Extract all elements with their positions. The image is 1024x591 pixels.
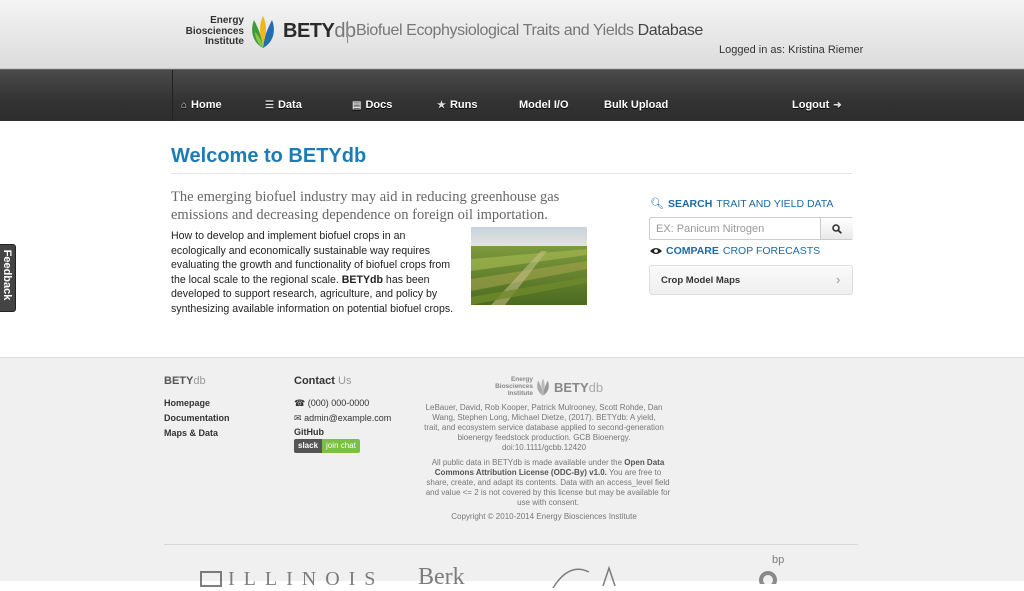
brand-suffix: db — [334, 20, 356, 42]
partner-divider — [164, 544, 858, 545]
footer-org-line: Energy — [510, 376, 533, 383]
slack-join-chat-badge[interactable]: slack join chat — [294, 439, 360, 453]
slack-label: slack — [294, 439, 323, 453]
star-icon: ★ — [437, 99, 446, 111]
footer-contact-title: Contact Us — [294, 375, 351, 387]
org-name-line: Institute — [205, 36, 244, 47]
login-status: Logged in as: Kristina Riemer — [719, 44, 864, 56]
footer-citation: LeBauer, David, Rob Kooper, Patrick Mulr… — [424, 403, 664, 452]
nav-logout[interactable]: Logout ➜ — [792, 99, 842, 111]
search-heading-bold: SEARCH — [667, 197, 713, 210]
org-name-line: Energy — [210, 15, 244, 26]
footer-link-documentation[interactable]: Documentation — [164, 413, 230, 423]
compare-heading-bold: COMPARE — [666, 245, 719, 257]
search-icon — [832, 223, 842, 234]
nav-docs[interactable]: ▤ Docs — [352, 99, 392, 111]
search-button[interactable] — [820, 218, 853, 239]
arrow-right-icon: ➜ — [833, 99, 842, 111]
subtitle-text: Biofuel Ecophysiological Traits and Yiel… — [356, 22, 634, 39]
footer-copyright: Copyright © 2010-2014 Energy Biosciences… — [451, 512, 637, 521]
nav-label: Model I/O — [519, 99, 569, 111]
footer-brand-suffix: db — [193, 375, 206, 387]
ebi-logo-text: Energy Biosciences Institute — [180, 15, 244, 48]
crop-model-maps-panel[interactable]: Crop Model Maps › — [649, 265, 853, 295]
subtitle-bold: Database — [637, 22, 704, 39]
contact-title-light: Us — [338, 375, 352, 387]
bp-wordmark: bp — [772, 554, 785, 566]
footer-link-github[interactable]: GitHub — [294, 427, 324, 437]
site-subtitle: Biofuel Ecophysiological Traits and Yiel… — [356, 22, 703, 40]
feedback-label: Feedback — [1, 249, 13, 301]
footer-link-homepage[interactable]: Homepage — [164, 398, 210, 408]
envelope-icon: ✉ — [294, 413, 302, 423]
page-title: Welcome to BETYdb — [171, 145, 367, 167]
footer-ebi-logo-text: Energy Biosciences Institute — [493, 376, 533, 397]
lbnl-arc-logo-icon[interactable] — [545, 558, 625, 588]
footer-brand-main: BETY — [164, 375, 194, 387]
footer-logo-brand: BETYdb — [554, 380, 603, 395]
footer-phone: ☎ (000) 000-0000 — [294, 398, 369, 409]
footer-license: All public data in BETYdb is made availa… — [424, 458, 672, 508]
nav-label: Home — [191, 99, 222, 111]
home-icon: ⌂ — [181, 99, 188, 111]
nav-bulk-upload[interactable]: Bulk Upload — [604, 99, 668, 111]
brand-main: BETY — [283, 20, 335, 42]
footer-logo-brand-main: BETY — [554, 380, 589, 395]
crop-model-maps-label: Crop Model Maps — [661, 275, 741, 286]
license-text: All public data in BETYdb is made availa… — [431, 458, 625, 467]
nav-model-io[interactable]: Model I/O — [519, 99, 569, 111]
nav-label: Data — [277, 99, 302, 111]
nav-data[interactable]: ☰ Data — [265, 99, 302, 111]
list-icon: ☰ — [265, 99, 274, 111]
search-input[interactable] — [650, 218, 812, 239]
search-heading-text: TRAIT AND YIELD DATA — [716, 197, 834, 210]
site-header: Energy Biosciences Institute BETYdb Biof… — [0, 0, 1024, 69]
header-divider — [347, 21, 348, 43]
main-navbar: ⌂ Home ☰ Data ▤ Docs ★ Runs Model I/O Bulk U… — [0, 69, 1024, 121]
footer-brand: BETYdb — [164, 375, 206, 387]
footer-logo-brand-suffix: db — [588, 380, 604, 395]
bety-brand[interactable]: BETYdb — [283, 20, 356, 43]
intro-bold: BETYdb — [341, 273, 383, 286]
title-divider — [171, 173, 852, 174]
footer-org-line: Biosciences — [495, 383, 533, 390]
footer-leaf-logo-icon — [537, 378, 549, 396]
nav-label: Logout — [792, 99, 830, 111]
nav-divider — [172, 70, 173, 121]
phone-icon: ☎ — [294, 398, 306, 408]
nav-label: Runs — [449, 99, 478, 111]
contact-title-main: Contact — [294, 375, 335, 387]
site-footer: BETYdb Homepage Documentation Maps & Dat… — [0, 357, 1024, 590]
nav-label: Docs — [365, 99, 393, 111]
illinois-mark-icon — [200, 571, 222, 587]
berkeley-logo[interactable]: Berk — [418, 564, 465, 591]
intro-paragraph: How to develop and implement biofuel cro… — [171, 229, 463, 317]
search-heading[interactable]: 🔍︎ SEARCH TRAIT AND YIELD DATA — [650, 197, 834, 211]
feedback-tab[interactable]: Feedback — [0, 244, 16, 312]
nav-home[interactable]: ⌂ Home — [181, 99, 222, 111]
biofuel-field-image — [471, 227, 587, 305]
nav-label: Bulk Upload — [604, 99, 669, 111]
footer-org-line: Institute — [507, 390, 533, 397]
eye-icon — [650, 248, 662, 254]
phone-text: (000) 000-0000 — [307, 398, 370, 408]
compare-heading-text: CROP FORECASTS — [722, 245, 821, 257]
search-icon: 🔍︎ — [650, 198, 664, 210]
search-form — [649, 217, 853, 240]
join-chat-label: join chat — [322, 439, 360, 453]
email-text: admin@example.com — [304, 413, 392, 423]
lead-paragraph: The emerging biofuel industry may aid in… — [171, 189, 560, 223]
illinois-wordmark: ILLINOIS — [228, 568, 385, 590]
chevron-right-icon: › — [836, 272, 841, 287]
docs-icon: ▤ — [352, 99, 362, 111]
nav-runs[interactable]: ★ Runs — [437, 99, 477, 111]
ebi-leaf-logo-icon[interactable] — [248, 14, 278, 50]
footer-email[interactable]: ✉ admin@example.com — [294, 413, 391, 424]
footer-link-maps-data[interactable]: Maps & Data — [164, 428, 218, 438]
compare-heading[interactable]: COMPARE CROP FORECASTS — [650, 245, 820, 257]
